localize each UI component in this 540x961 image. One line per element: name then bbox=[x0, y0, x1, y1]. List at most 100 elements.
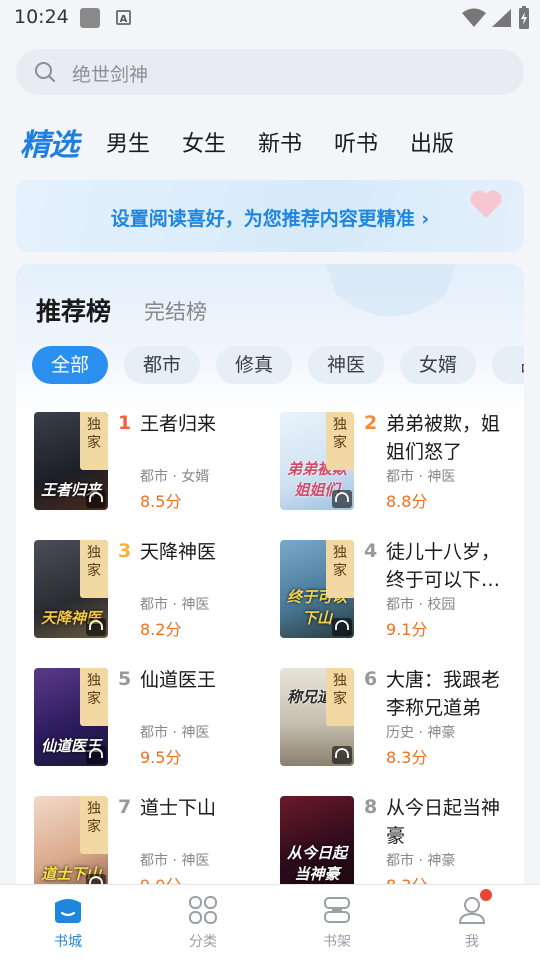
rank-number: 6 bbox=[364, 668, 378, 690]
status-bar: 10:24 A bbox=[0, 0, 540, 38]
book-title: 弟弟被欺，姐姐们怒了 bbox=[386, 413, 501, 463]
tab-new-books[interactable]: 新书 bbox=[258, 126, 302, 158]
nav-bookstore-label: 书城 bbox=[54, 934, 82, 950]
rank-number: 2 bbox=[364, 412, 378, 434]
tab-published[interactable]: 出版 bbox=[410, 126, 454, 158]
chevron-right-icon: › bbox=[421, 208, 430, 230]
headphones-icon bbox=[332, 618, 352, 636]
book-item[interactable]: 王者归来 独家 1 王者归来 都市 · 女婿 8.5分 bbox=[32, 412, 272, 522]
preference-banner[interactable]: 设置阅读喜好，为您推荐内容更精准 › bbox=[16, 180, 524, 252]
nav-bookstore[interactable]: 书城 bbox=[23, 885, 113, 961]
book-cover: 王者归来 独家 bbox=[34, 412, 108, 510]
book-item[interactable]: 终于可以下山 独家 4 徒儿十八岁，终于可以下… 都市 · 校园 9.1分 bbox=[278, 540, 518, 650]
book-meta: 都市 · 神医 bbox=[140, 853, 210, 869]
book-title: 大唐：我跟老李称兄道弟 bbox=[386, 669, 501, 719]
signal-icon bbox=[492, 9, 511, 27]
chip-war[interactable]: 战 bbox=[492, 346, 524, 384]
nav-bookshelf[interactable]: 书架 bbox=[292, 885, 382, 961]
exclusive-tag: 独家 bbox=[80, 412, 108, 470]
book-item[interactable]: 天降神医 独家 3 天降神医 都市 · 神医 8.2分 bbox=[32, 540, 272, 650]
book-score: 9.1分 bbox=[386, 620, 428, 639]
book-meta: 历史 · 神豪 bbox=[386, 725, 456, 741]
headphones-icon bbox=[332, 746, 352, 764]
battery-charging-icon bbox=[519, 6, 529, 29]
book-cover: 称兄道弟 独家 bbox=[280, 668, 354, 766]
search-bar[interactable]: 绝世剑神 bbox=[16, 49, 524, 95]
book-title: 仙道医王 bbox=[140, 669, 217, 691]
exclusive-tag: 独家 bbox=[80, 668, 108, 726]
rank-number: 4 bbox=[364, 540, 378, 562]
chip-cultivation[interactable]: 修真 bbox=[216, 346, 292, 384]
book-title: 天降神医 bbox=[140, 541, 217, 563]
search-placeholder: 绝世剑神 bbox=[72, 64, 149, 86]
book-item[interactable]: 称兄道弟 独家 6 大唐：我跟老李称兄道弟 历史 · 神豪 8.3分 bbox=[278, 668, 518, 778]
tab-jingxuan[interactable]: 精选 bbox=[20, 120, 79, 164]
tab-female[interactable]: 女生 bbox=[182, 126, 226, 158]
book-meta: 都市 · 女婿 bbox=[140, 469, 210, 485]
nav-category[interactable]: 分类 bbox=[158, 885, 248, 961]
preference-banner-text: 设置阅读喜好，为您推荐内容更精准 bbox=[110, 208, 415, 230]
book-meta: 都市 · 神豪 bbox=[386, 853, 456, 869]
book-cover: 道士下山 独家 bbox=[34, 796, 108, 894]
nav-category-label: 分类 bbox=[189, 934, 217, 950]
book-cover: 仙道医王 独家 bbox=[34, 668, 108, 766]
rank-number: 3 bbox=[118, 540, 132, 562]
nav-bookshelf-label: 书架 bbox=[323, 934, 351, 950]
keyboard-indicator-icon: A bbox=[116, 10, 131, 25]
book-title: 从今日起当神豪 bbox=[386, 797, 501, 847]
book-score: 8.2分 bbox=[140, 620, 182, 639]
channel-tabs: 精选 男生 女生 新书 听书 出版 bbox=[0, 116, 540, 166]
notification-dot bbox=[480, 889, 492, 901]
book-title: 道士下山 bbox=[140, 797, 217, 819]
book-score: 8.8分 bbox=[386, 492, 428, 511]
bottom-navigation: 书城 分类 书架 我 bbox=[0, 884, 540, 961]
nav-profile[interactable]: 我 bbox=[427, 885, 517, 961]
book-title: 王者归来 bbox=[140, 413, 217, 435]
book-title: 徒儿十八岁，终于可以下… bbox=[386, 541, 501, 591]
chip-all[interactable]: 全部 bbox=[32, 346, 108, 384]
book-cover: 终于可以下山 独家 bbox=[280, 540, 354, 638]
exclusive-tag: 独家 bbox=[326, 668, 354, 726]
heart-decoration-icon bbox=[470, 190, 502, 218]
book-score: 9.5分 bbox=[140, 748, 182, 767]
ranking-card: 推荐榜 完结榜 全部 都市 修真 神医 女婿 战 王者归来 独家 1 王者归来 … bbox=[16, 264, 524, 904]
bookshelf-icon bbox=[324, 897, 350, 923]
search-icon bbox=[35, 62, 56, 83]
rank-number: 1 bbox=[118, 412, 132, 434]
tab-recommended-rank[interactable]: 推荐榜 bbox=[36, 292, 111, 328]
nav-profile-label: 我 bbox=[465, 934, 479, 950]
exclusive-tag: 独家 bbox=[80, 540, 108, 598]
book-meta: 都市 · 神医 bbox=[140, 597, 210, 613]
exclusive-tag: 独家 bbox=[326, 412, 354, 470]
bookstore-icon bbox=[55, 899, 81, 923]
book-meta: 都市 · 神医 bbox=[140, 725, 210, 741]
category-chips: 全部 都市 修真 神医 女婿 战 bbox=[32, 346, 524, 384]
chip-urban[interactable]: 都市 bbox=[124, 346, 200, 384]
chip-doctor[interactable]: 神医 bbox=[308, 346, 384, 384]
chip-son-in-law[interactable]: 女婿 bbox=[400, 346, 476, 384]
tab-completed-rank[interactable]: 完结榜 bbox=[144, 296, 207, 326]
book-cover: 天降神医 独家 bbox=[34, 540, 108, 638]
exclusive-tag: 独家 bbox=[80, 796, 108, 854]
tab-audiobooks[interactable]: 听书 bbox=[334, 126, 378, 158]
rank-number: 8 bbox=[364, 796, 378, 818]
status-time: 10:24 bbox=[14, 6, 69, 28]
trophy-decoration-icon bbox=[326, 264, 456, 317]
book-cover: 弟弟被欺姐姐们 独家 bbox=[280, 412, 354, 510]
book-item[interactable]: 仙道医王 独家 5 仙道医王 都市 · 神医 9.5分 bbox=[32, 668, 272, 778]
book-item[interactable]: 弟弟被欺姐姐们 独家 2 弟弟被欺，姐姐们怒了 都市 · 神医 8.8分 bbox=[278, 412, 518, 522]
exclusive-tag: 独家 bbox=[326, 540, 354, 598]
wifi-icon bbox=[462, 8, 486, 27]
book-score: 8.3分 bbox=[386, 748, 428, 767]
headphones-icon bbox=[86, 746, 106, 764]
book-meta: 都市 · 校园 bbox=[386, 597, 456, 613]
notification-icon bbox=[80, 8, 100, 28]
book-cover: 从今日起当神豪 bbox=[280, 796, 354, 894]
grid-icon bbox=[189, 896, 217, 924]
rank-number: 5 bbox=[118, 668, 132, 690]
headphones-icon bbox=[86, 618, 106, 636]
book-score: 8.5分 bbox=[140, 492, 182, 511]
headphones-icon bbox=[86, 490, 106, 508]
tab-male[interactable]: 男生 bbox=[106, 126, 150, 158]
book-meta: 都市 · 神医 bbox=[386, 469, 456, 485]
